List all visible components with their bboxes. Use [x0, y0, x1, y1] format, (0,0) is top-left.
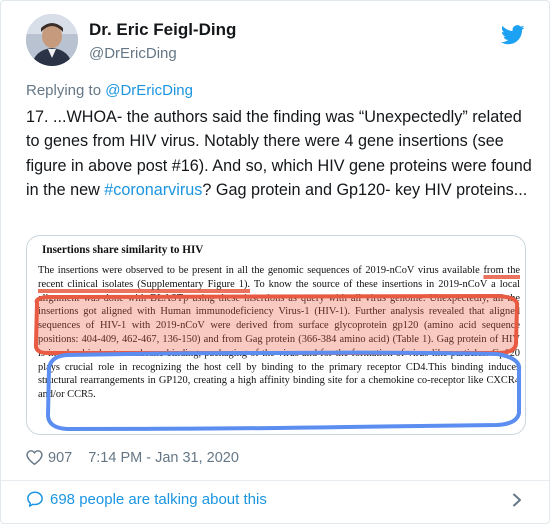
tweet-text-part2: ? Gag protein and Gp120- key HIV protein…	[202, 181, 528, 200]
timestamp[interactable]: 7:14 PM - Jan 31, 2020	[88, 450, 239, 466]
figure-sentence-3: To know the source of these	[250, 278, 382, 290]
talking-label: 698 people are talking about this	[50, 490, 267, 508]
tweet-image[interactable]: Insertions share similarity to HIV The i…	[26, 235, 526, 435]
avatar[interactable]	[26, 14, 78, 66]
like-count[interactable]: 907	[48, 450, 72, 466]
reply-context: Replying to @DrEricDing	[26, 82, 193, 99]
tweet-card: Dr. Eric Feigl-Ding @DrEricDing Replying…	[0, 0, 550, 524]
speech-bubble-icon	[27, 491, 43, 507]
author-handle[interactable]: @DrEricDing	[89, 45, 177, 62]
heart-icon[interactable]	[26, 449, 43, 466]
reply-prefix: Replying to	[26, 82, 106, 99]
reply-mention-link[interactable]: @DrEricDing	[105, 82, 193, 99]
avatar-image	[26, 14, 78, 66]
tweet-text: 17. ...WHOA- the authors said the findin…	[26, 105, 534, 203]
divider	[1, 480, 549, 481]
tweet-meta: 907 7:14 PM - Jan 31, 2020	[26, 449, 239, 466]
paper-excerpt: Insertions share similarity to HIV The i…	[38, 243, 520, 402]
figure-sentence-1: The insertions were observed to be prese…	[38, 265, 484, 276]
hashtag-link[interactable]: #coronarvirus	[104, 181, 202, 199]
talking-link[interactable]: 698 people are talking about this	[26, 490, 267, 508]
figure-heading: Insertions share similarity to HIV	[42, 244, 204, 256]
chevron-right-icon[interactable]	[510, 493, 524, 507]
twitter-bird-icon[interactable]	[501, 25, 525, 45]
figure-paragraph: The insertions were observed to be prese…	[38, 264, 520, 402]
author-name[interactable]: Dr. Eric Feigl-Ding	[89, 20, 236, 40]
